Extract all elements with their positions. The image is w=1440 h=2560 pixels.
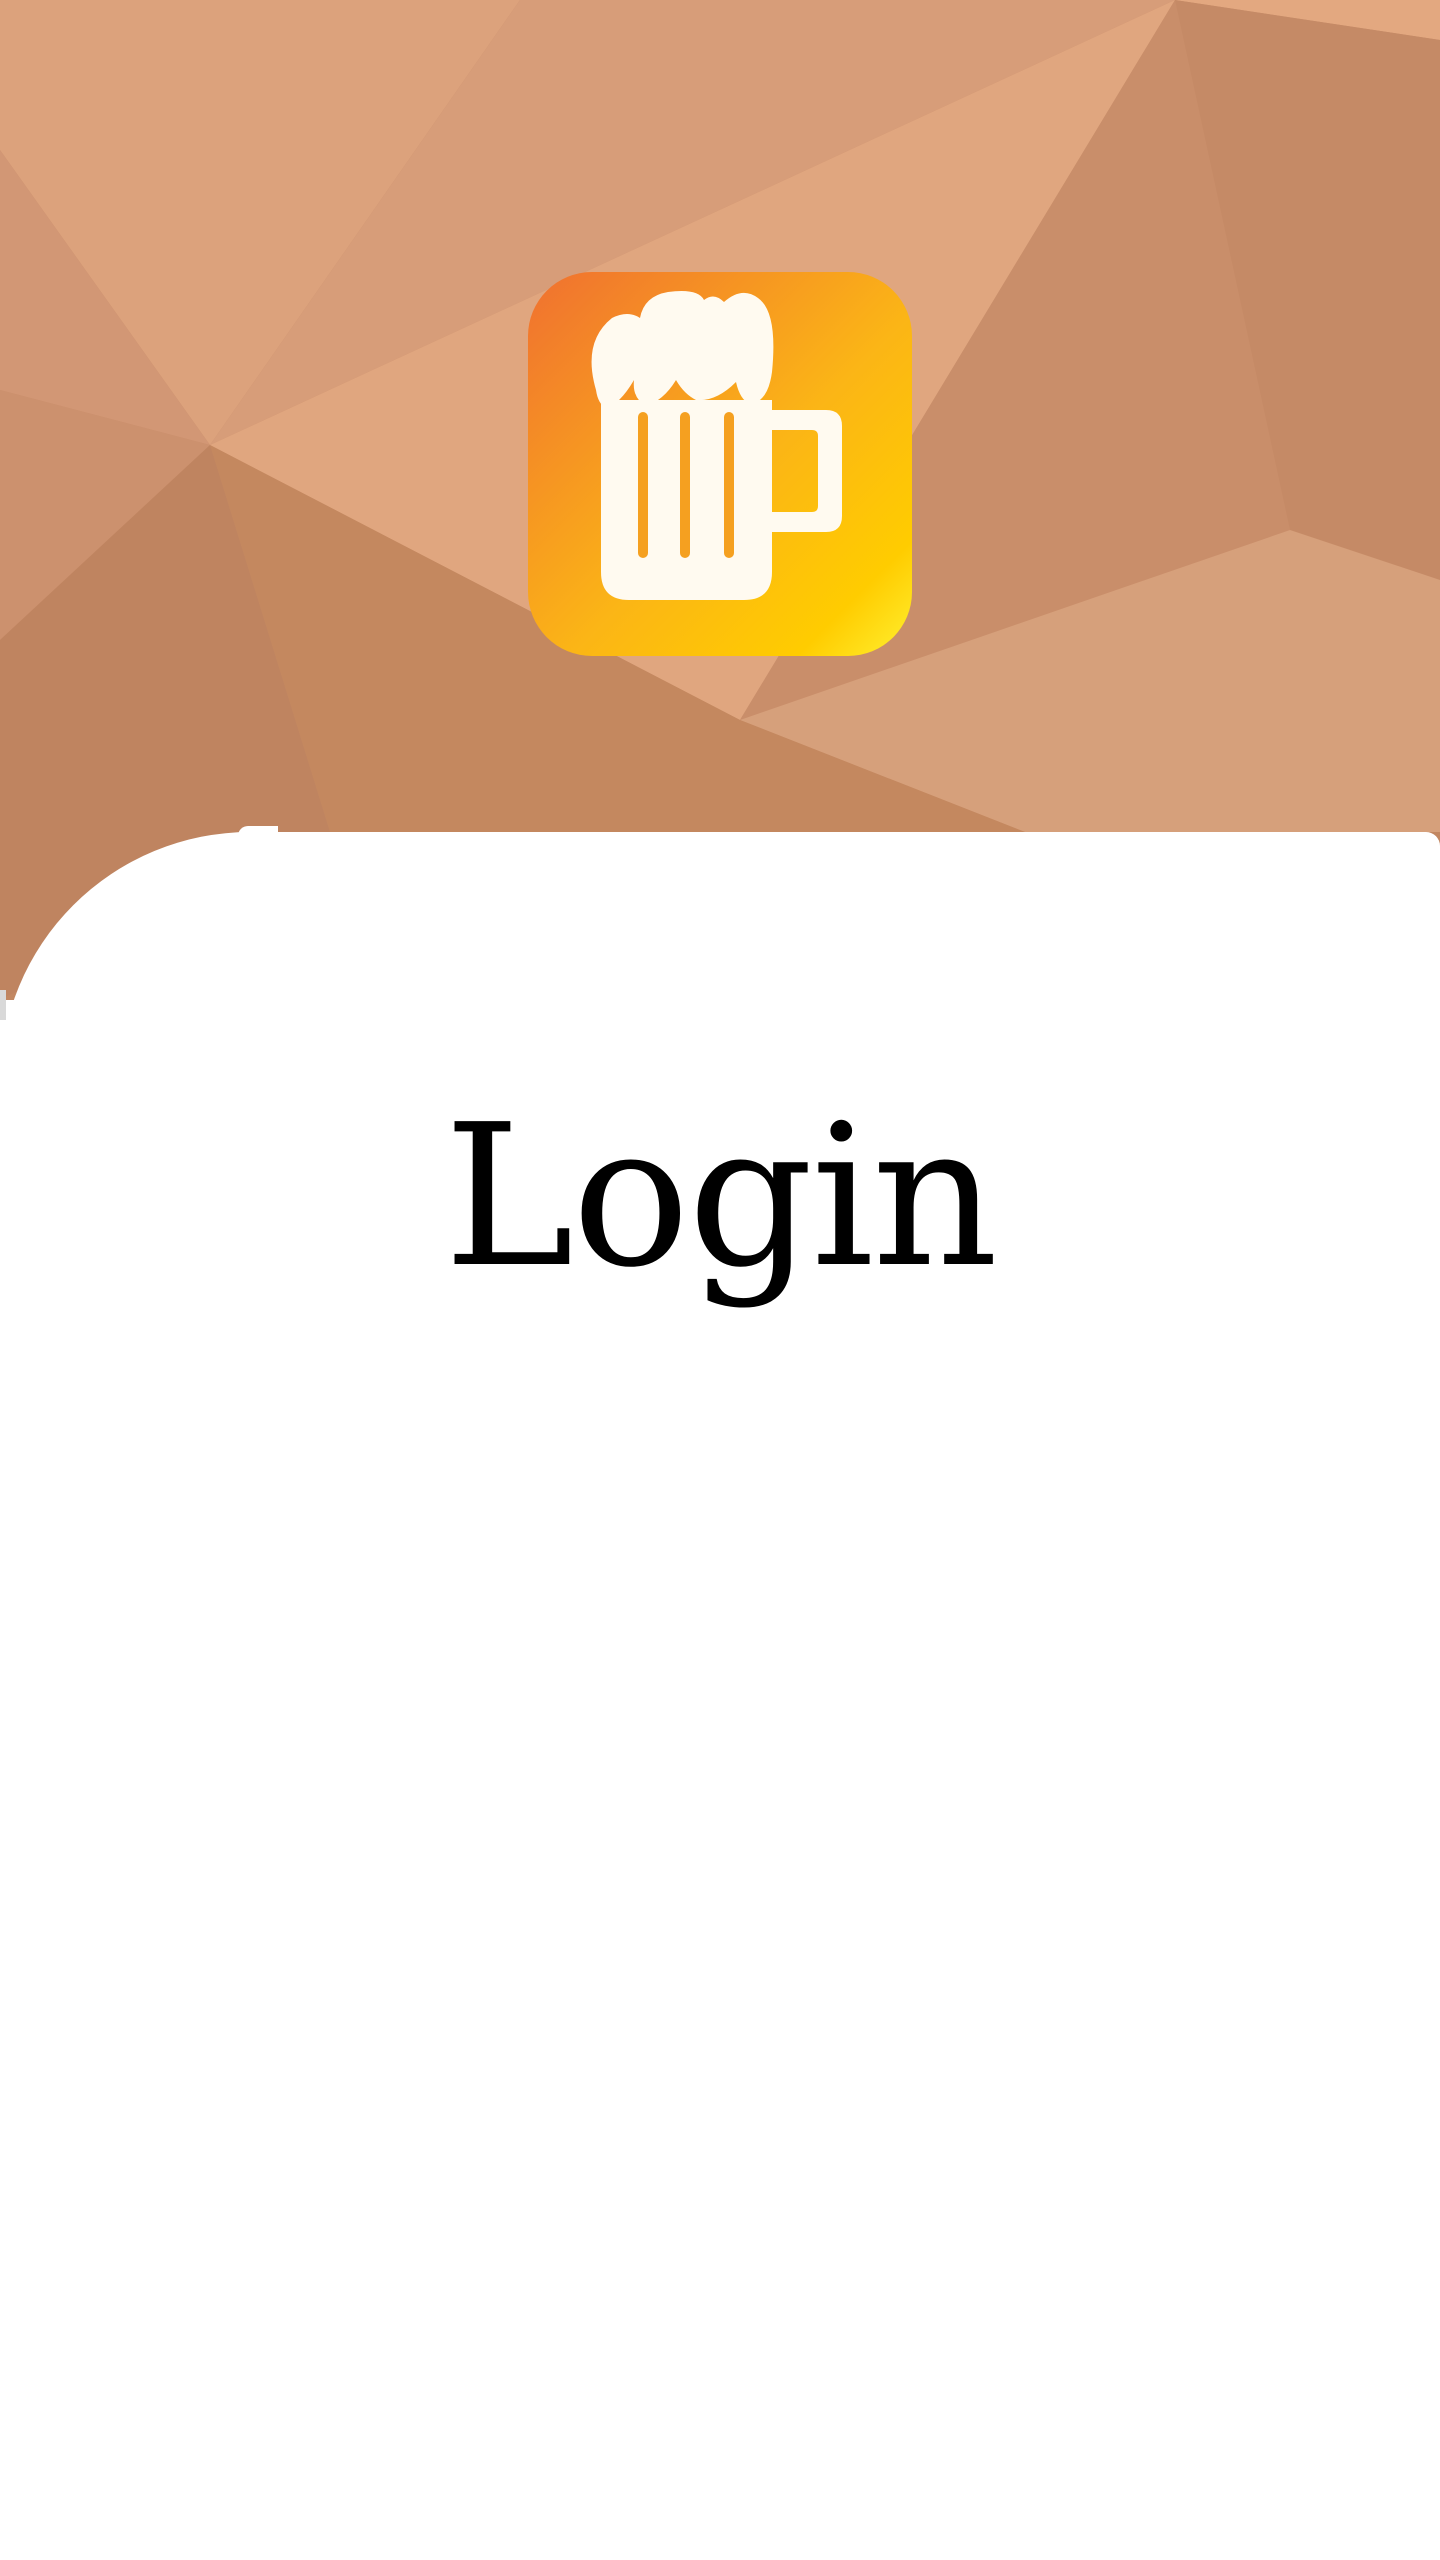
edge-divider — [0, 990, 6, 1020]
page-title: Login — [443, 1083, 999, 1311]
login-screen: Login — [0, 0, 1440, 2560]
beer-mug-icon — [528, 272, 912, 656]
